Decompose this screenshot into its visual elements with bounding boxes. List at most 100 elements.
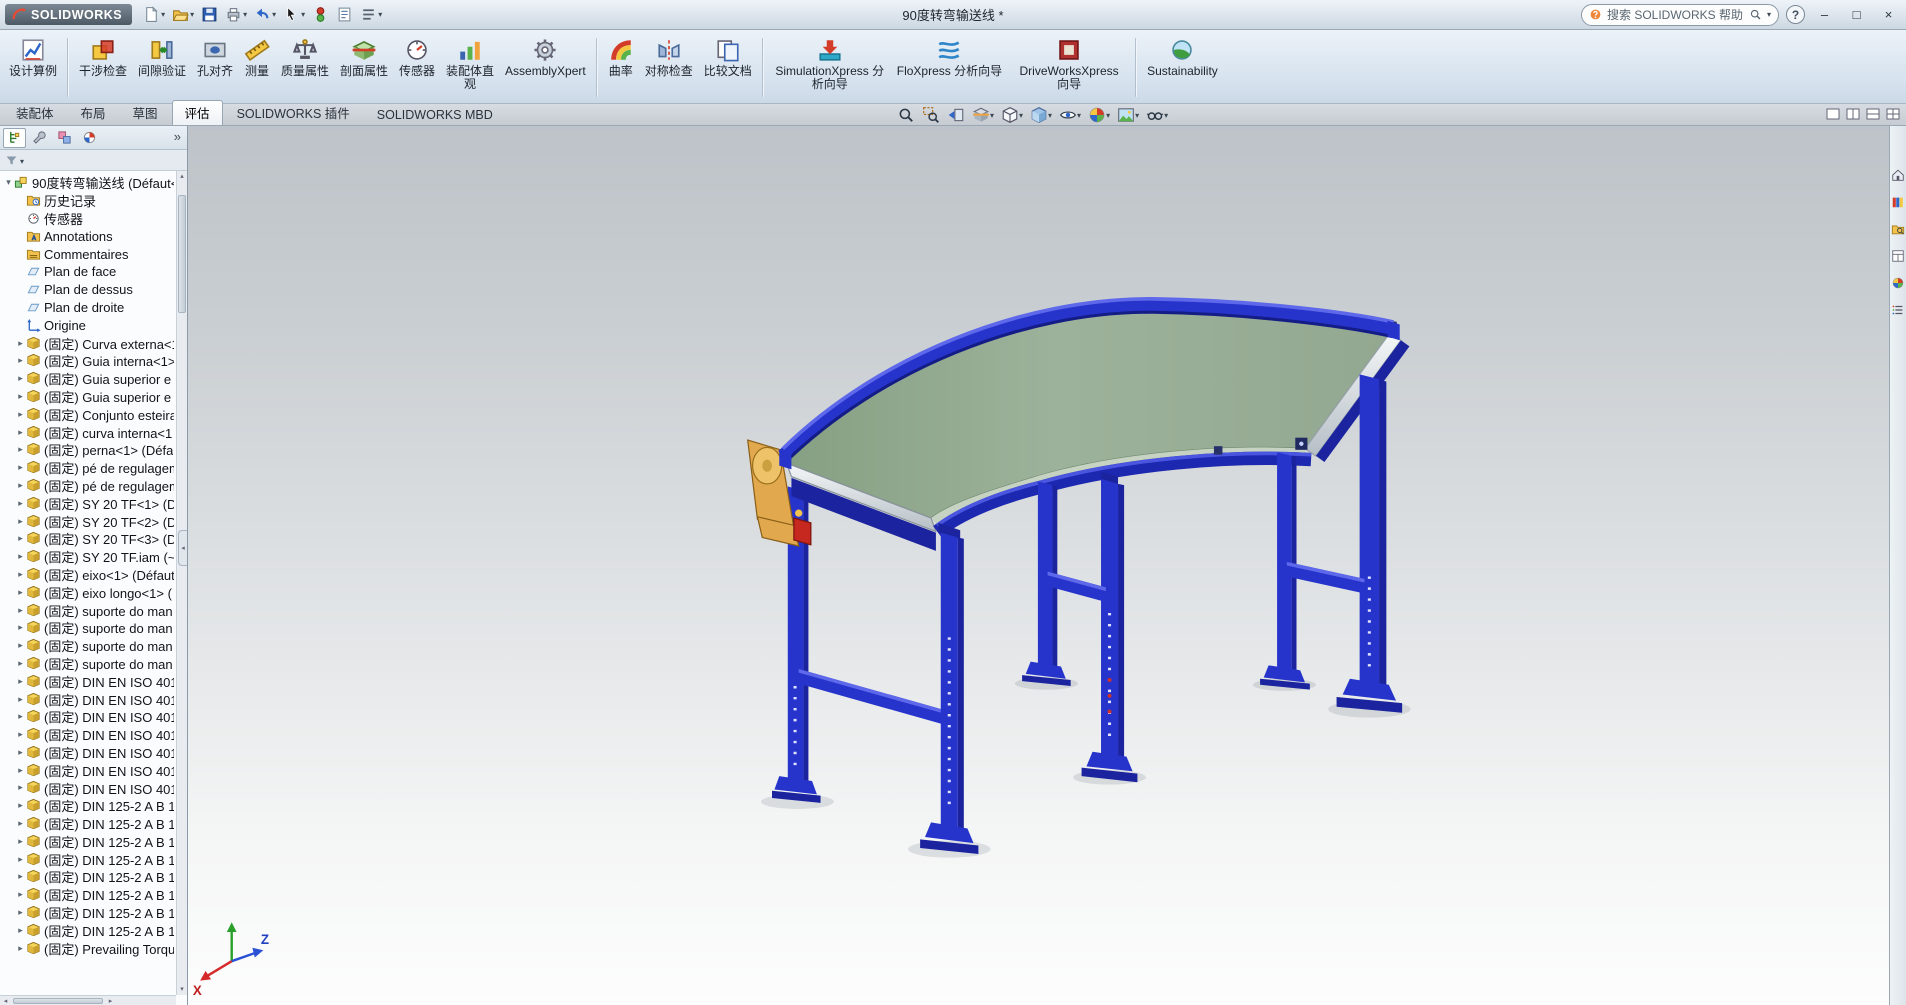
tree-item[interactable]: Plan de droite (3, 299, 174, 317)
propertymanager-tab[interactable] (28, 128, 51, 148)
sustainability-button[interactable]: Sustainability (1142, 33, 1223, 102)
expand-arrow-icon[interactable] (15, 800, 26, 811)
tree-item[interactable]: (固定) Curva externa<1 (3, 334, 174, 352)
search-icon[interactable] (1749, 8, 1762, 21)
tree-item[interactable]: (固定) suporte do man (3, 601, 174, 619)
interference-detection-button[interactable]: 干涉检查 (74, 33, 132, 102)
expand-arrow-icon[interactable] (15, 427, 26, 438)
tree-item[interactable]: (固定) DIN 125-2 A B 1 (3, 868, 174, 886)
tree-item[interactable]: 历史记录 (3, 192, 174, 210)
command-button[interactable] (67, 38, 69, 97)
tree-item[interactable]: (固定) DIN 125-2 A B 1 (3, 886, 174, 904)
print-button[interactable] (222, 3, 250, 27)
expand-arrow-icon[interactable] (15, 622, 26, 633)
tree-item[interactable]: (固定) curva interna<1 (3, 423, 174, 441)
expand-arrow-icon[interactable] (15, 640, 26, 651)
tab[interactable]: SOLIDWORKS 插件 (224, 100, 363, 125)
scroll-right-icon[interactable]: ▸ (105, 997, 116, 1005)
floxpress-button[interactable]: FloXpress 分析向导 (892, 33, 1007, 102)
driveworksxpress-button[interactable]: DriveWorksXpress 向导 (1008, 33, 1130, 102)
tree-item[interactable]: (固定) pé de regulagem (3, 459, 174, 477)
tree-item[interactable]: Plan de face (3, 263, 174, 281)
expand-arrow-icon[interactable] (15, 818, 26, 829)
expand-arrow-icon[interactable] (15, 587, 26, 598)
tree-item[interactable]: (固定) DIN 125-2 A B 1 (3, 797, 174, 815)
tree-item[interactable]: (固定) DIN EN ISO 401 (3, 726, 174, 744)
section-view-button[interactable] (970, 105, 996, 125)
tree-item[interactable]: (固定) suporte do man (3, 637, 174, 655)
expand-arrow-icon[interactable] (15, 391, 26, 402)
tree-item[interactable]: (固定) Guia superior e (3, 370, 174, 388)
tree-item[interactable]: (固定) SY 20 TF<2> (Dé (3, 512, 174, 530)
zoom-to-area-button[interactable] (920, 105, 942, 125)
tree-item[interactable]: (固定) pé de regulagem (3, 477, 174, 495)
tree-item[interactable]: (固定) DIN EN ISO 401 (3, 744, 174, 762)
configurationmanager-tab[interactable] (53, 128, 76, 148)
viewport-quad-icon[interactable] (1885, 106, 1901, 127)
expand-arrow-icon[interactable] (15, 907, 26, 918)
panel-more-chevron-icon[interactable]: » (170, 129, 185, 144)
assembly-visualization-button[interactable]: 装配体直观 (441, 33, 499, 102)
search-input[interactable]: 搜索 SOLIDWORKS 帮助 ▾ (1581, 3, 1779, 26)
expand-arrow-icon[interactable] (15, 836, 26, 847)
tree-item[interactable]: (固定) DIN 125-2 A B 1 (3, 832, 174, 850)
tree-vertical-scrollbar[interactable]: ▴ ▾ (176, 171, 187, 995)
save-button[interactable] (198, 3, 221, 27)
select-button[interactable] (280, 3, 308, 27)
close-button[interactable]: × (1876, 5, 1901, 25)
custom-properties-tab[interactable] (1891, 303, 1905, 322)
expand-arrow-icon[interactable] (15, 889, 26, 900)
tree-item[interactable]: (固定) DIN 125-2 A B 1 (3, 850, 174, 868)
tree-item[interactable]: (固定) SY 20 TF.iam (~1 (3, 548, 174, 566)
rebuild-button[interactable] (309, 3, 332, 27)
viewport-split-horizontal-icon[interactable] (1865, 106, 1881, 127)
expand-arrow-icon[interactable] (15, 444, 26, 455)
tree-item[interactable]: (固定) eixo<1> (Défaut (3, 566, 174, 584)
expand-arrow-icon[interactable] (15, 925, 26, 936)
expand-arrow-icon[interactable] (15, 729, 26, 740)
expand-arrow-icon[interactable] (15, 854, 26, 865)
section-properties-button[interactable]: 剖面属性 (335, 33, 393, 102)
panel-collapse-handle[interactable]: ◂ (178, 530, 187, 567)
simulationxpress-button[interactable]: SimulationXpress 分析向导 (769, 33, 891, 102)
file-properties-button[interactable] (333, 3, 356, 27)
hide-show-items-button[interactable] (1057, 105, 1083, 125)
tab[interactable]: SOLIDWORKS MBD (364, 105, 506, 125)
curvature-button[interactable]: 曲率 (603, 33, 639, 102)
zoom-to-fit-button[interactable] (895, 105, 917, 125)
symmetry-check-button[interactable]: 对称检查 (640, 33, 698, 102)
tab[interactable]: 装配体 (3, 100, 67, 125)
view-palette-tab[interactable] (1891, 249, 1905, 268)
previous-view-button[interactable] (945, 105, 967, 125)
expand-arrow-icon[interactable] (15, 498, 26, 509)
scroll-up-icon[interactable]: ▴ (177, 171, 187, 182)
expand-arrow-icon[interactable] (15, 462, 26, 473)
solidworks-resources-tab[interactable] (1891, 168, 1905, 187)
viewport-split-vertical-icon[interactable] (1845, 106, 1861, 127)
appearances-scenes-tab[interactable] (1891, 276, 1905, 295)
tree-item[interactable]: (固定) DIN EN ISO 401 (3, 708, 174, 726)
expand-arrow-icon[interactable] (15, 765, 26, 776)
scrollbar-thumb[interactable] (13, 997, 103, 1004)
mass-properties-button[interactable]: 质量属性 (276, 33, 334, 102)
tree-item[interactable]: (固定) SY 20 TF<3> (Dé (3, 530, 174, 548)
tree-item[interactable]: (固定) DIN EN ISO 401 (3, 779, 174, 797)
edit-appearance-button[interactable] (1086, 105, 1112, 125)
tab[interactable]: 草图 (120, 100, 171, 125)
command-button[interactable] (595, 38, 598, 97)
tree-item[interactable]: Commentaires (3, 245, 174, 263)
tree-item[interactable]: Plan de dessus (3, 281, 174, 299)
scroll-down-icon[interactable]: ▾ (177, 984, 187, 995)
tree-item[interactable]: (固定) DIN 125-2 A B 1 (3, 815, 174, 833)
design-library-tab[interactable] (1891, 195, 1905, 214)
sensor-button[interactable]: 传感器 (394, 33, 440, 102)
hole-alignment-button[interactable]: 孔对齐 (192, 33, 238, 102)
expand-arrow-icon[interactable] (15, 711, 26, 722)
expand-arrow-icon[interactable] (15, 551, 26, 562)
viewport-single-icon[interactable] (1825, 106, 1841, 127)
undo-button[interactable] (251, 3, 279, 27)
filter-caret-icon[interactable] (20, 151, 24, 169)
tree-item[interactable]: (固定) Conjunto esteira (3, 405, 174, 423)
expand-arrow-icon[interactable] (15, 373, 26, 384)
maximize-button[interactable]: □ (1844, 5, 1869, 25)
